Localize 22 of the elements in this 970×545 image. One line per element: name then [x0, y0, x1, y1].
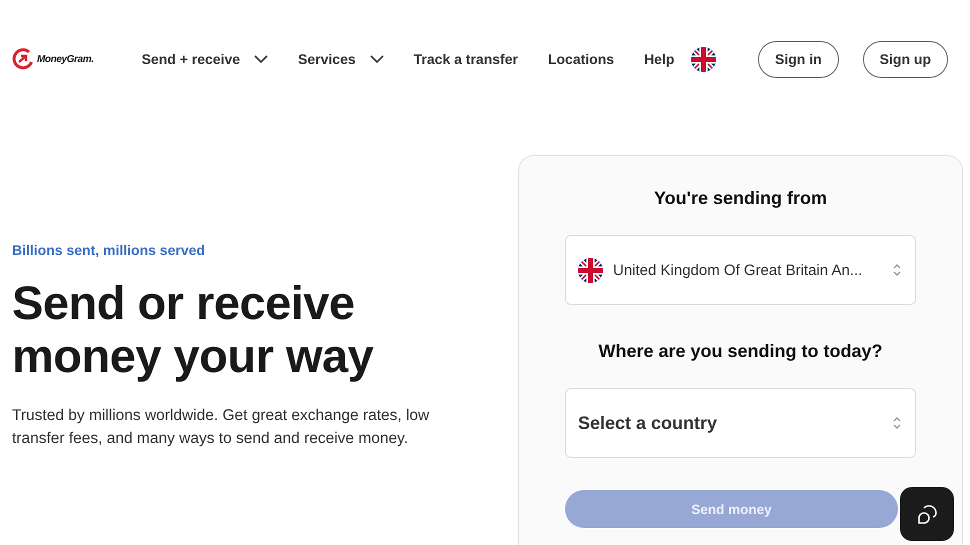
tagline: Billions sent, millions served	[12, 242, 206, 258]
hero-title: Send or receive money your way	[12, 276, 374, 382]
section-heading: You're sending from	[653, 188, 828, 209]
country-select[interactable]: Select a country	[565, 388, 916, 458]
chat-button[interactable]	[900, 487, 954, 541]
nav-link[interactable]: Track a transfer	[414, 51, 518, 67]
uk-flag-icon[interactable]	[691, 46, 716, 72]
chat-bubbles-icon	[915, 502, 939, 526]
section-heading: Where are you sending to today?	[597, 341, 884, 362]
sort-arrows-icon	[893, 263, 901, 277]
logo-text: MoneyGram.	[37, 54, 94, 64]
logo-icon	[12, 48, 34, 70]
country-select[interactable]: United Kingdom Of Great Britain An...	[565, 235, 916, 305]
sign-in-button[interactable]: Sign in	[758, 40, 839, 78]
sign-up-button[interactable]: Sign up	[862, 40, 948, 78]
nav-link[interactable]: Services	[298, 51, 384, 67]
hero-description: Trusted by millions worldwide. Get great exchange rates, low transfer fees, and many ways to send and receive money.	[12, 406, 430, 449]
uk-flag-icon	[578, 258, 603, 282]
nav-link[interactable]: Send + receive	[142, 51, 268, 67]
nav-link[interactable]: Locations	[548, 51, 614, 67]
nav-link[interactable]: Help	[644, 51, 674, 67]
sort-arrows-icon	[893, 416, 901, 430]
